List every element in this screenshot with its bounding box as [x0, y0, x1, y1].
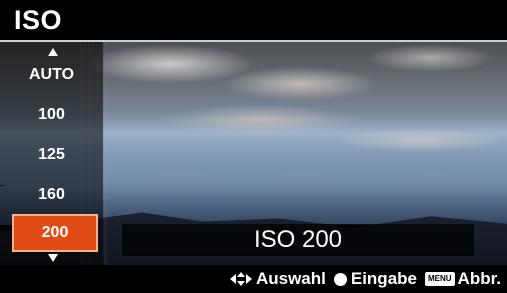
enter-label: Eingabe — [350, 269, 417, 288]
select-label: Auswahl — [255, 269, 326, 288]
menu-title: ISO — [14, 5, 63, 35]
enter-hint: Eingabe — [333, 269, 417, 289]
arrow-down-icon[interactable] — [48, 254, 58, 262]
nav-arrows-icon — [229, 272, 252, 286]
select-hint: Auswahl — [229, 269, 326, 289]
iso-option-160[interactable]: 160 — [0, 181, 103, 209]
menu-button-icon: MENU — [424, 272, 455, 286]
iso-option-125[interactable]: 125 — [0, 141, 103, 169]
button-guide-bar: Auswahl Eingabe MENU Abbr. — [0, 265, 507, 293]
iso-option-auto[interactable]: AUTO — [0, 61, 103, 89]
title-bar: ISO — [0, 0, 507, 40]
cancel-hint: MENU Abbr. — [424, 269, 501, 289]
circle-button-icon — [333, 272, 347, 286]
camera-screen: ISO AUTO 100 125 160 200 ISO 200 Auswahl — [0, 0, 507, 293]
iso-value-display: ISO 200 — [122, 224, 474, 256]
cancel-label: Abbr. — [457, 269, 501, 288]
arrow-up-icon[interactable] — [48, 48, 58, 56]
iso-option-200-selected[interactable]: 200 — [12, 214, 98, 252]
button-guide: Auswahl Eingabe MENU Abbr. — [222, 265, 501, 293]
iso-option-100[interactable]: 100 — [0, 101, 103, 129]
